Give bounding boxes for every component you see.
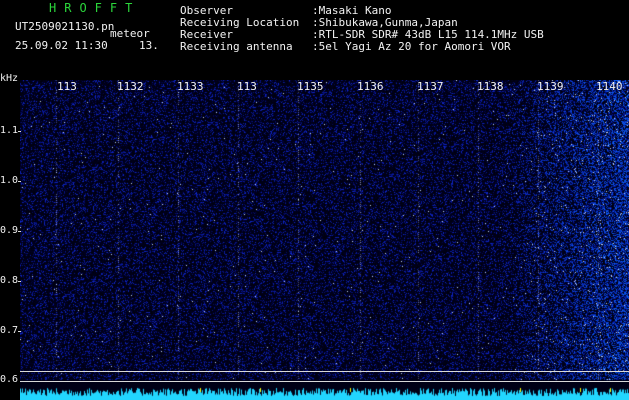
y-tick-label: 0.7 (0, 325, 19, 336)
y-axis-unit: kHz (0, 73, 19, 84)
meteor-count: 13. (139, 39, 159, 52)
y-tick-label: 0.8 (0, 275, 19, 286)
x-tick-label: 1132 (117, 80, 144, 93)
x-tick-label: 1140 (596, 80, 623, 93)
x-tick-label: 113 (237, 80, 257, 93)
y-tick-mark (18, 181, 21, 182)
y-tick-label: 1.0 (0, 175, 19, 186)
date-time: 25.09.02 11:30 (15, 39, 108, 52)
app-title: HROFFT (49, 1, 141, 15)
y-tick-label: 0.6 (0, 374, 19, 385)
y-tick-label: 0.9 (0, 225, 19, 236)
y-tick-label: 1.1 (0, 125, 19, 136)
antenna-label: Receiving antenna (180, 40, 293, 53)
antenna-value: :5el Yagi Az 20 for Aomori VOR (312, 40, 511, 53)
reference-line (20, 371, 629, 372)
y-tick-mark (18, 231, 21, 232)
x-tick-label: 1138 (477, 80, 504, 93)
y-tick-mark (18, 331, 21, 332)
x-tick-label: 1139 (537, 80, 564, 93)
y-tick-mark (18, 131, 21, 132)
x-tick-label: 1136 (357, 80, 384, 93)
x-tick-label: 1135 (297, 80, 324, 93)
spectrogram-display (20, 80, 629, 400)
file-name: UT2509021130.pn (15, 20, 115, 33)
x-tick-label: 1133 (177, 80, 204, 93)
x-tick-label: 113 (57, 80, 77, 93)
x-tick-label: 1137 (417, 80, 444, 93)
reference-line (20, 381, 629, 382)
header-panel: HROFFT UT2509021130.pn meteor 25.09.02 1… (0, 0, 629, 80)
y-tick-mark (18, 281, 21, 282)
